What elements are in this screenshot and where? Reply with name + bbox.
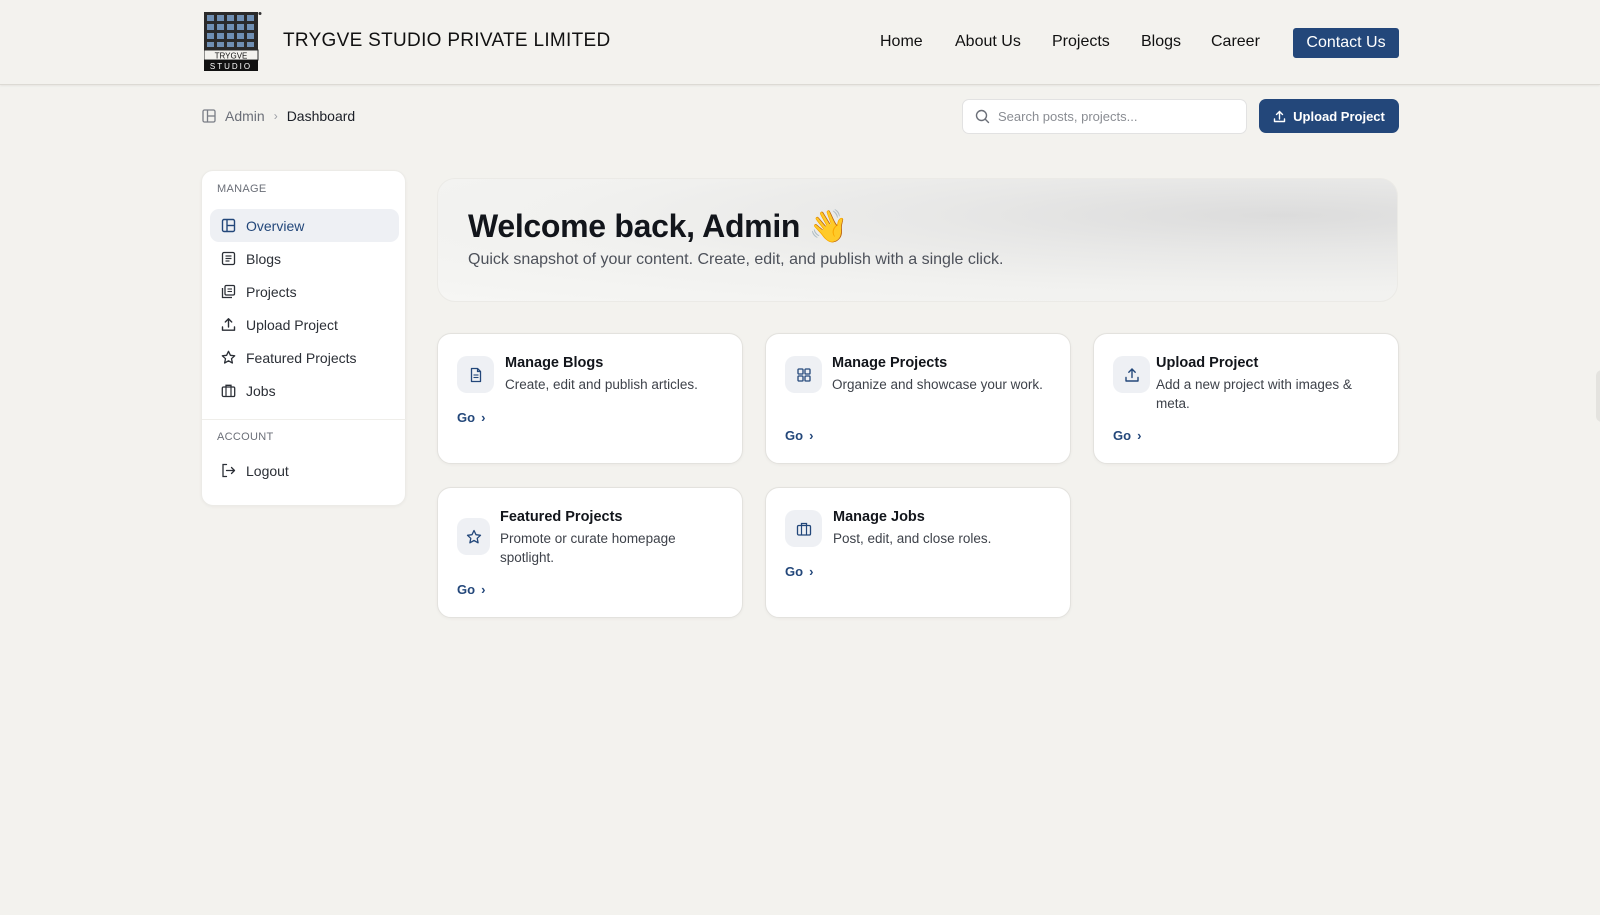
card-manage-jobs[interactable]: Manage Jobs Post, edit, and close roles.… (765, 487, 1071, 618)
list-icon (221, 251, 236, 266)
card-title: Upload Project (1156, 355, 1259, 371)
briefcase-icon (796, 522, 811, 536)
upload-project-button[interactable]: Upload Project (1259, 99, 1399, 133)
chevron-right-icon: › (481, 582, 486, 597)
card-manage-projects[interactable]: Manage Projects Organize and showcase yo… (765, 333, 1071, 464)
sidebar-item-logout[interactable]: Logout (210, 454, 399, 487)
layout-icon (202, 109, 216, 123)
card-manage-blogs[interactable]: Manage Blogs Create, edit and publish ar… (437, 333, 743, 464)
go-label: Go (457, 410, 476, 425)
go-label: Go (785, 428, 804, 443)
breadcrumb-admin-link[interactable]: Admin (225, 108, 265, 124)
sidebar-item-label: Overview (246, 217, 305, 234)
card-upload-project[interactable]: Upload Project Add a new project with im… (1093, 333, 1399, 464)
card-go-link[interactable]: Go › (785, 564, 813, 579)
nav-career-link[interactable]: Career (1211, 33, 1260, 51)
upload-icon (1124, 367, 1139, 382)
layout-icon (221, 218, 236, 233)
card-icon-wrap (457, 356, 494, 393)
card-description: Create, edit and publish articles. (505, 377, 698, 392)
search-input[interactable] (998, 109, 1228, 124)
sidebar-item-label: Projects (246, 283, 297, 300)
sidebar-item-projects[interactable]: Projects (210, 275, 399, 308)
upload-icon (221, 318, 236, 331)
go-label: Go (785, 564, 804, 579)
sidebar-item-featured-projects[interactable]: Featured Projects (210, 341, 399, 374)
card-icon-wrap (785, 356, 822, 393)
manage-section-label: MANAGE (217, 183, 267, 195)
card-icon-wrap (785, 510, 822, 547)
upload-project-label: Upload Project (1293, 108, 1385, 124)
breadcrumb-current: Dashboard (286, 108, 356, 124)
chevron-right-icon: › (1137, 428, 1142, 443)
sidebar-divider (202, 419, 407, 420)
card-title: Manage Blogs (505, 355, 604, 371)
welcome-title: Welcome back, Admin 👋 (468, 207, 849, 245)
gallery-icon (221, 284, 236, 299)
chevron-right-icon: › (809, 564, 814, 579)
card-icon-wrap (1113, 356, 1150, 393)
card-description: Promote or curate homepage spotlight. (500, 531, 676, 565)
card-description: Add a new project with images & meta. (1156, 377, 1352, 411)
sidebar-item-label: Jobs (246, 382, 276, 399)
sidebar-item-label: Featured Projects (246, 349, 357, 366)
logout-icon (222, 463, 236, 478)
card-featured-projects[interactable]: Featured Projects Promote or curate home… (437, 487, 743, 618)
star-icon (221, 350, 236, 364)
side-drawer-handle[interactable] (1596, 370, 1600, 422)
document-icon (470, 367, 481, 382)
card-description: Post, edit, and close roles. (833, 531, 992, 546)
welcome-title-text: Welcome back, Admin (468, 208, 801, 244)
sidebar-item-blogs[interactable]: Blogs (210, 242, 399, 275)
nav-about-link[interactable]: About Us (955, 33, 1021, 51)
admin-sidebar: MANAGE Overview Blogs Projects Upload Pr… (201, 170, 407, 506)
card-go-link[interactable]: Go › (457, 582, 485, 597)
chevron-right-icon: › (273, 109, 278, 123)
search-icon (975, 109, 990, 124)
chevron-right-icon: › (809, 428, 814, 443)
card-go-link[interactable]: Go › (1113, 428, 1141, 443)
go-label: Go (1113, 428, 1132, 443)
nav-projects-link[interactable]: Projects (1052, 33, 1110, 51)
sidebar-item-overview[interactable]: Overview (210, 209, 399, 242)
sidebar-item-label: Blogs (246, 250, 282, 267)
upload-icon (1273, 110, 1286, 122)
welcome-banner: Welcome back, Admin 👋 Quick snapshot of … (437, 178, 1398, 302)
breadcrumb: Admin › Dashboard (202, 106, 355, 126)
account-section-label: ACCOUNT (217, 431, 274, 443)
sidebar-item-upload-project[interactable]: Upload Project (210, 308, 399, 341)
card-title: Featured Projects (500, 509, 623, 525)
go-label: Go (457, 582, 476, 597)
logo-text-bottom: STUDIO (210, 62, 252, 71)
chevron-right-icon: › (481, 410, 486, 425)
nav-home-link[interactable]: Home (880, 33, 923, 51)
sidebar-item-label: Upload Project (246, 316, 338, 333)
grid-icon (796, 367, 811, 382)
sidebar-item-jobs[interactable]: Jobs (210, 374, 399, 407)
sidebar-item-label: Logout (246, 462, 289, 479)
card-go-link[interactable]: Go › (457, 410, 485, 425)
nav-blogs-link[interactable]: Blogs (1141, 33, 1181, 51)
card-description: Organize and showcase your work. (832, 377, 1043, 392)
search-box[interactable] (962, 99, 1247, 134)
star-icon (466, 529, 481, 543)
card-icon-wrap (457, 518, 490, 555)
waving-hand-icon: 👋 (808, 208, 849, 244)
welcome-subtitle: Quick snapshot of your content. Create, … (468, 251, 1004, 268)
top-navbar: TRYGVE STUDIO TRYGVE STUDIO PRIVATE LIMI… (0, 0, 1600, 85)
card-title: Manage Projects (832, 355, 948, 371)
card-go-link[interactable]: Go › (785, 428, 813, 443)
contact-us-button[interactable]: Contact Us (1293, 28, 1399, 58)
card-title: Manage Jobs (833, 509, 925, 525)
briefcase-icon (221, 384, 236, 398)
